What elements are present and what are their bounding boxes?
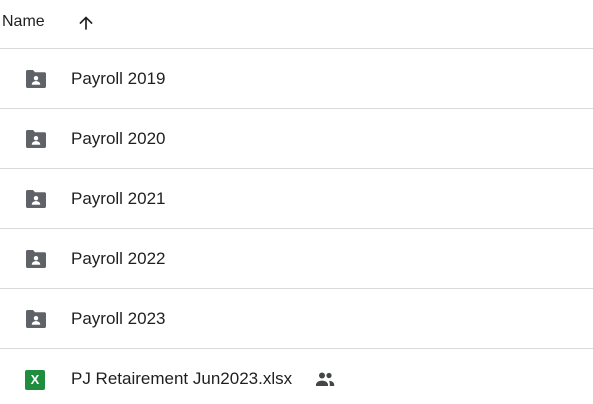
- file-name: PJ Retairement Jun2023.xlsx: [71, 369, 293, 388]
- list-item[interactable]: X PJ Retairement Jun2023.xlsx: [0, 349, 593, 404]
- shared-folder-icon: [24, 249, 48, 269]
- shared-folder-icon: [24, 129, 48, 149]
- list-item[interactable]: Payroll 2020: [0, 109, 593, 169]
- file-name: Payroll 2019: [71, 69, 166, 88]
- file-name: Payroll 2021: [71, 189, 166, 208]
- shared-folder-icon: [24, 189, 48, 209]
- shared-folder-icon: [24, 309, 48, 329]
- name-column-header[interactable]: Name: [2, 13, 45, 31]
- file-name: Payroll 2020: [71, 129, 166, 148]
- excel-file-icon: X: [25, 370, 45, 390]
- file-list-header: Name: [0, 0, 593, 49]
- list-item[interactable]: Payroll 2021: [0, 169, 593, 229]
- file-name: Payroll 2022: [71, 249, 166, 268]
- people-icon: [314, 371, 336, 387]
- list-item[interactable]: Payroll 2019: [0, 49, 593, 109]
- file-name: Payroll 2023: [71, 309, 166, 328]
- list-item[interactable]: Payroll 2023: [0, 289, 593, 349]
- shared-folder-icon: [24, 69, 48, 89]
- list-item[interactable]: Payroll 2022: [0, 229, 593, 289]
- arrow-up-icon[interactable]: [76, 13, 96, 33]
